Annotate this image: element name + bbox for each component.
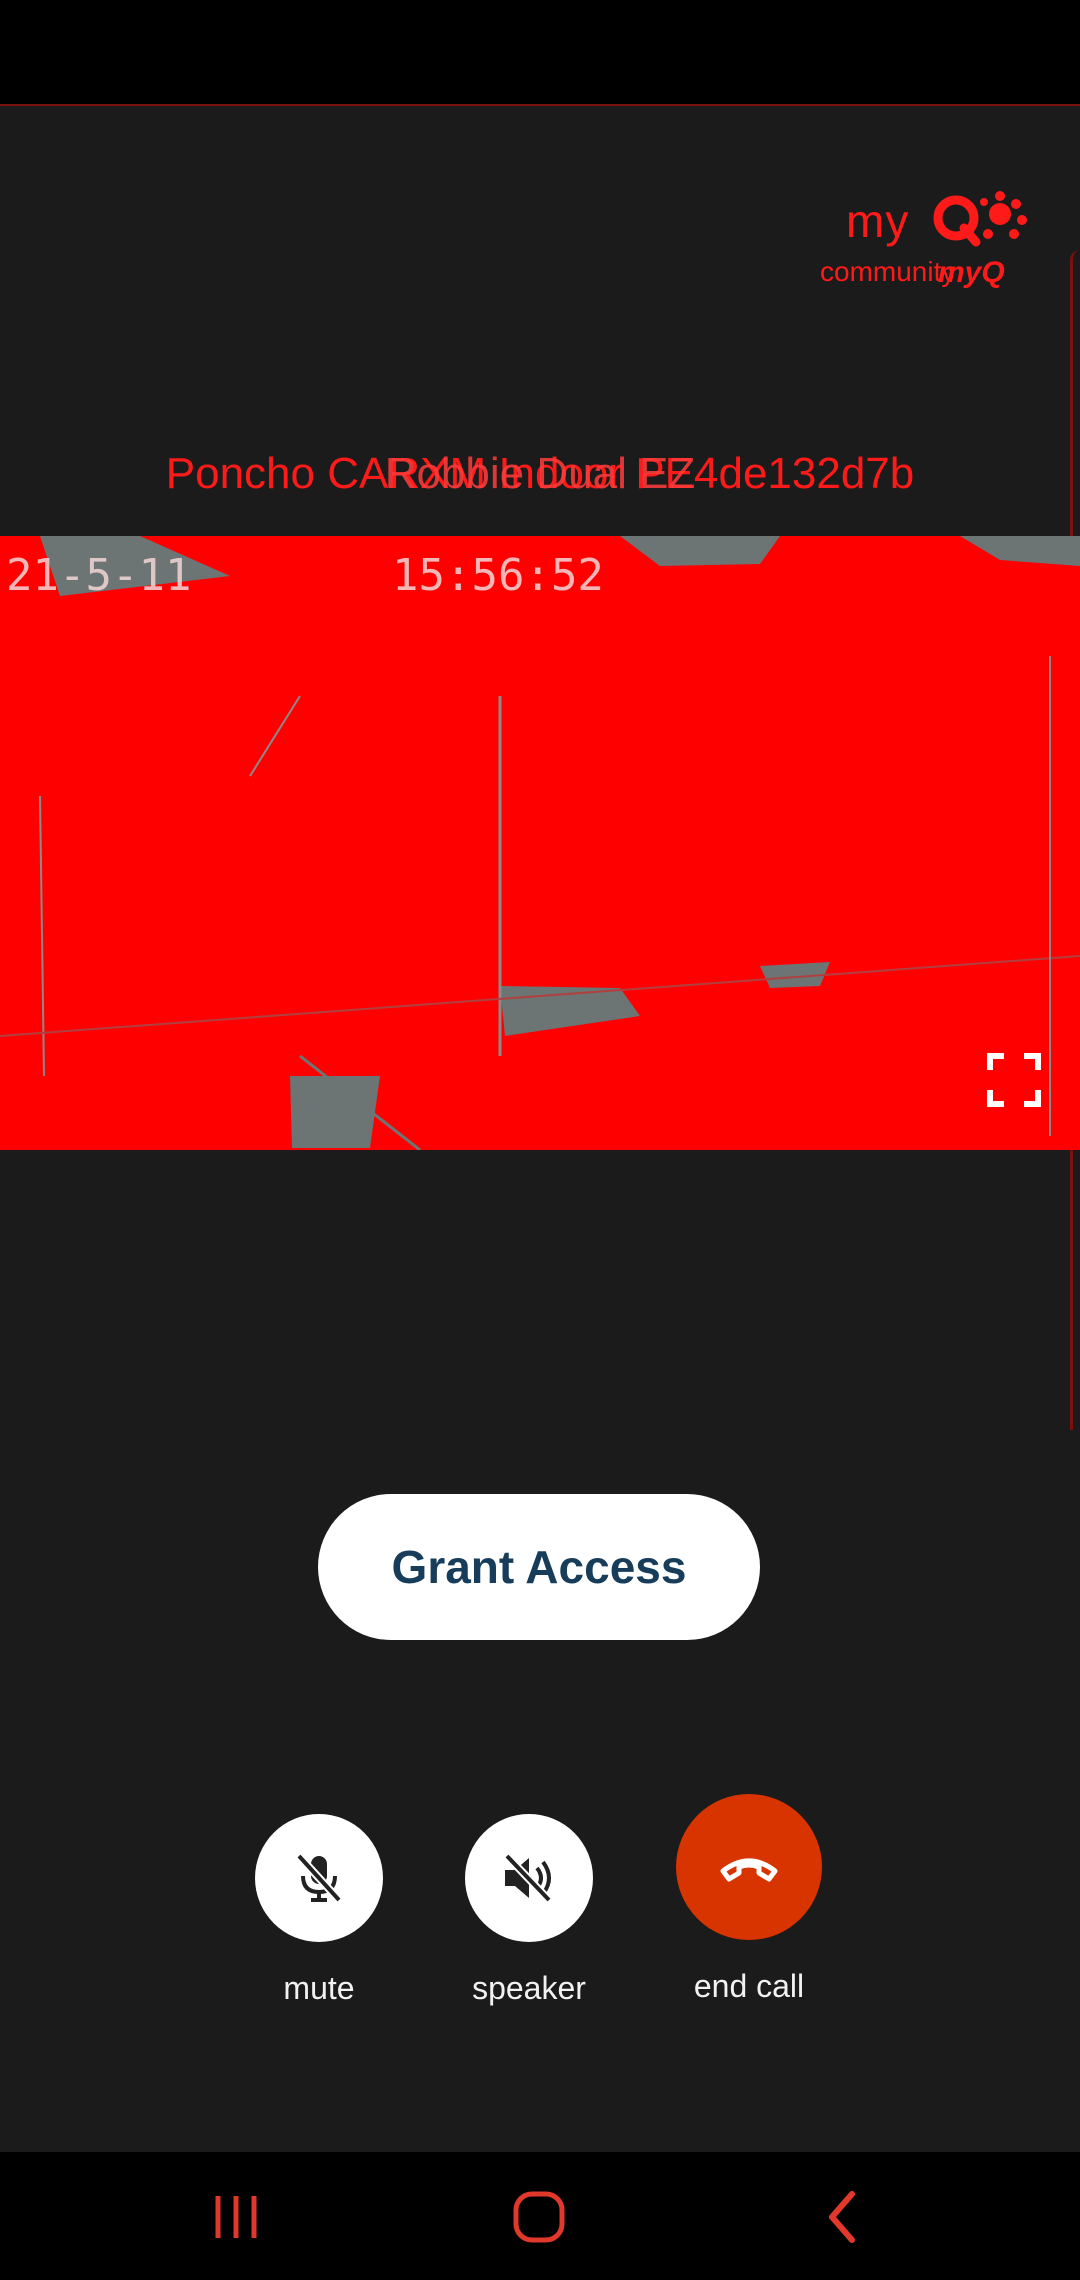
logo-community-text: community	[820, 256, 956, 287]
video-feed[interactable]: 21-5-11 15:56:52	[0, 536, 1080, 1150]
mute-control: mute	[255, 1814, 383, 2007]
fullscreen-icon	[987, 1053, 1041, 1107]
logo-myq-overlay-text: myQ	[938, 256, 1005, 289]
caller-title: Poncho CARXM Indoor PE4de132d7b Robbie D…	[0, 446, 1080, 502]
caller-title-overlay: Robbie Dual EZ	[384, 449, 696, 498]
status-bar	[0, 0, 1080, 106]
nav-recent-button[interactable]	[202, 2182, 272, 2252]
end-call-label: end call	[693, 1968, 805, 2004]
logo-q-icon	[933, 191, 1027, 247]
nav-back-button[interactable]	[808, 2182, 878, 2252]
mute-label: mute	[283, 1970, 355, 2006]
recent-apps-icon	[215, 2196, 257, 2238]
mute-button[interactable]	[255, 1814, 383, 1942]
myq-community-logo: my community myQ	[820, 190, 1040, 300]
nav-home-button[interactable]	[504, 2182, 574, 2252]
home-icon	[513, 2191, 565, 2243]
speaker-off-icon	[504, 1853, 552, 1903]
speaker-button[interactable]	[465, 1814, 593, 1942]
microphone-off-icon	[296, 1853, 342, 1903]
end-call-button[interactable]	[676, 1794, 822, 1940]
call-screen: my community myQ Poncho CARXM Indoor PE4…	[0, 0, 1080, 2280]
video-scene	[0, 536, 1080, 1150]
grant-access-button[interactable]: Grant Access	[318, 1494, 760, 1640]
back-icon	[829, 2191, 855, 2243]
speaker-label: speaker	[472, 1970, 586, 2006]
logo-my-text: my	[846, 195, 910, 247]
video-time-overlay: 15:56:52	[392, 550, 604, 601]
phone-hangup-icon	[720, 1858, 778, 1882]
video-date-overlay: 21-5-11	[6, 550, 192, 601]
fullscreen-button[interactable]	[986, 1052, 1042, 1108]
speaker-control: speaker	[465, 1814, 593, 2007]
end-call-control: end call	[664, 1794, 834, 2005]
system-nav-bar	[0, 2152, 1080, 2280]
